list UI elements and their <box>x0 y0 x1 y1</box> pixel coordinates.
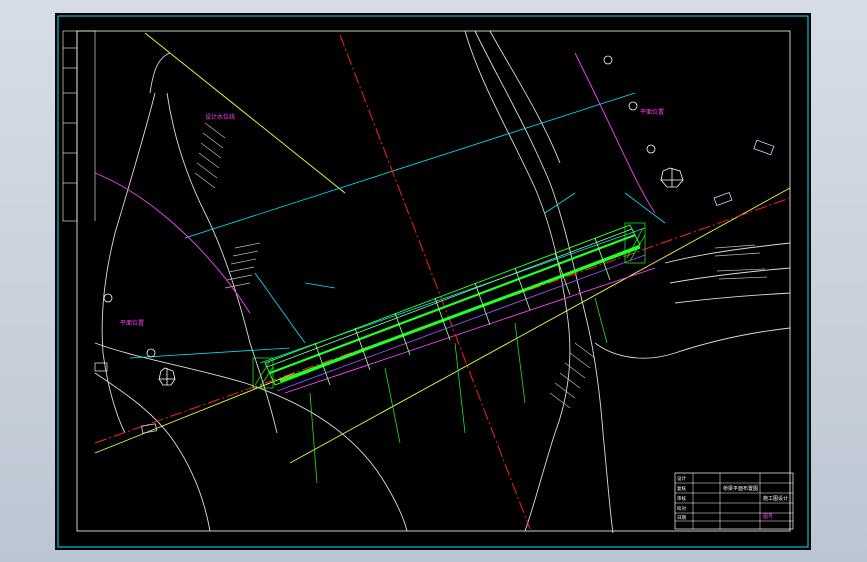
cad-drawing-canvas: 设计水位线 平面位置 平面位置 桥梁平面布置图 施工图设计 图号 设计 复核 审… <box>57 15 809 548</box>
left-position-label: 平面位置 <box>120 319 144 327</box>
bank-hatching <box>194 122 768 409</box>
title-block-subtitle: 施工图设计 <box>763 495 788 502</box>
road-centerline <box>94 34 791 530</box>
title-block-row-1: 设计 <box>677 475 686 482</box>
top-leader-label: 设计水位线 <box>205 113 235 121</box>
cyan-alignment-lines <box>129 92 666 364</box>
left-margin-strip <box>62 30 96 222</box>
title-block: 桥梁平面布置图 施工图设计 图号 设计 复核 审核 校对 日期 <box>674 472 794 530</box>
title-block-drawing-number: 图号 <box>763 514 773 520</box>
title-block-row-5: 日期 <box>677 515 686 521</box>
cad-drawing-sheet: 设计水位线 平面位置 平面位置 桥梁平面布置图 施工图设计 图号 设计 复核 审… <box>55 13 811 550</box>
title-block-row-2: 复核 <box>677 485 686 492</box>
outer-frame <box>57 15 809 548</box>
right-position-label: 平面位置 <box>640 108 664 116</box>
title-block-row-3: 审核 <box>677 495 686 502</box>
title-block-title: 桥梁平面布置图 <box>723 485 758 492</box>
magenta-property-lines <box>94 52 656 394</box>
title-block-row-4: 校对 <box>677 505 686 512</box>
terrain-contours <box>94 30 791 534</box>
support-leaders <box>309 297 608 484</box>
